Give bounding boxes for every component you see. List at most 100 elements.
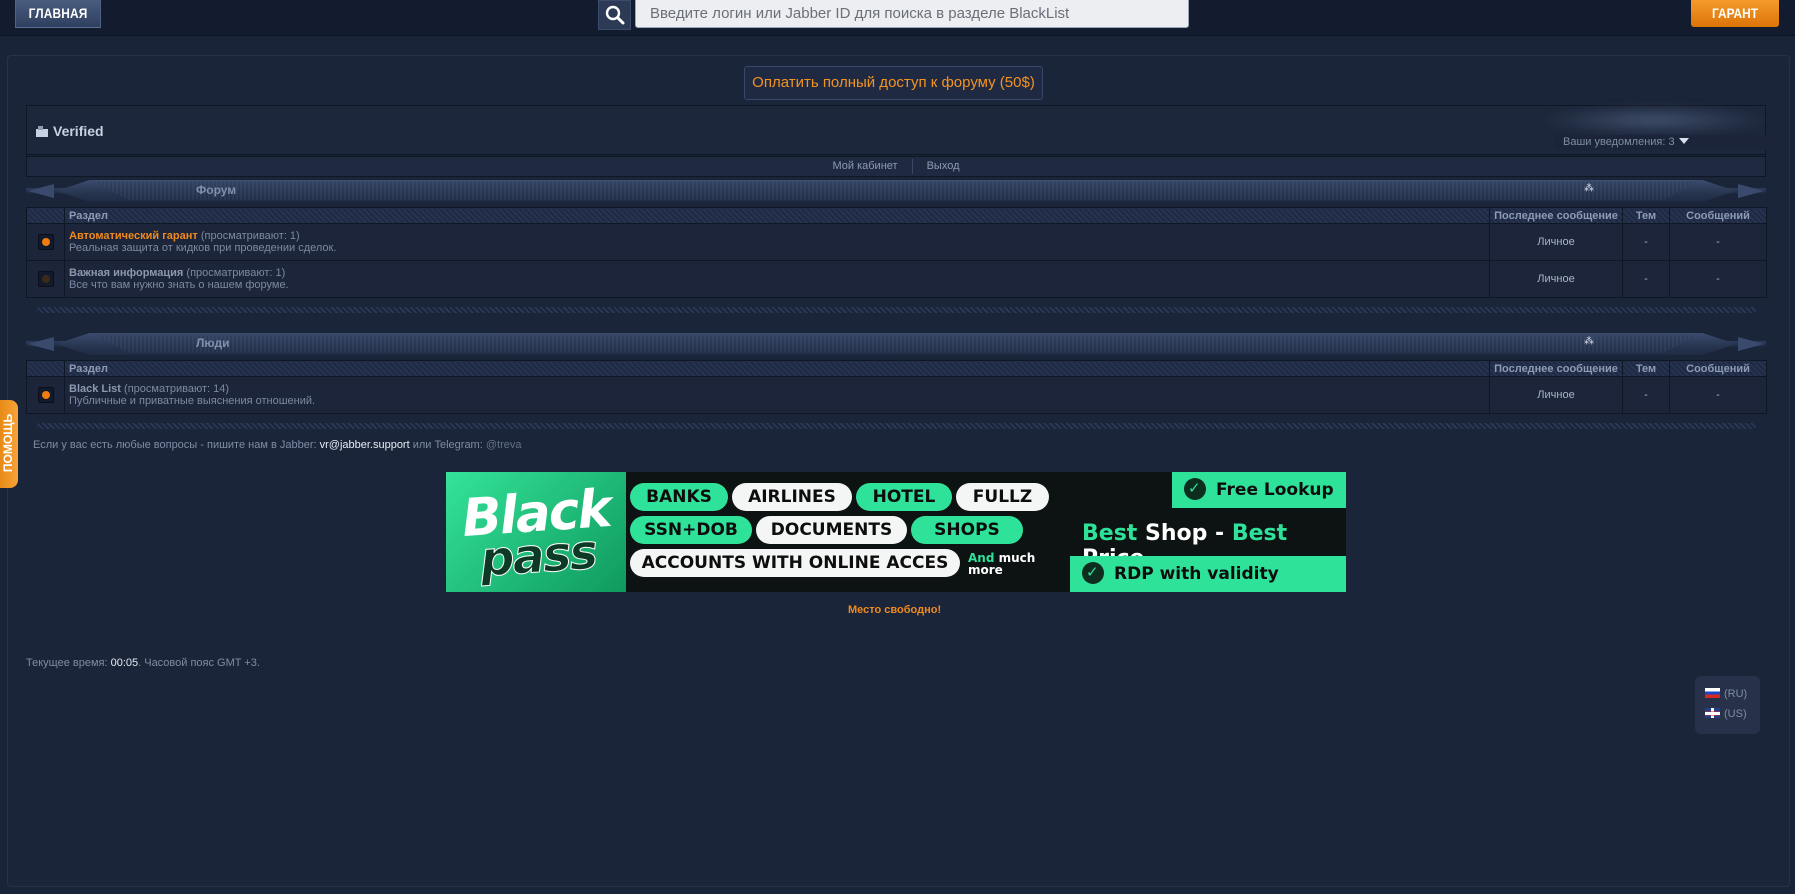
forum-link[interactable]: Black List: [69, 383, 121, 395]
posts-cell: -: [1669, 260, 1767, 298]
forum-link[interactable]: Важная информация: [69, 267, 183, 279]
viewers-count: (просматривают: 14): [124, 383, 230, 395]
header-section: Раздел: [64, 207, 1490, 224]
header-section: Раздел: [64, 360, 1490, 377]
arrow-right-decoration: [1738, 184, 1764, 198]
ad-pill: DOCUMENTS: [756, 516, 907, 544]
logo-text-bottom: pass: [478, 524, 599, 589]
header-last-post: Последнее сообщение: [1489, 360, 1623, 377]
section-header-people: Люди ⁂: [26, 333, 1766, 355]
user-group-icon: [35, 125, 49, 143]
topics-cell: -: [1622, 260, 1670, 298]
ad-banner[interactable]: Black pass BANKS AIRLINES HOTEL FULLZ SS…: [446, 472, 1346, 592]
status-icon-cell: [26, 260, 65, 298]
forum-cell: Black List (просматривают: 14) Публичные…: [64, 376, 1490, 414]
section-title: Форум: [196, 183, 237, 197]
forum-description: Реальная защита от кидков при проведении…: [69, 242, 337, 254]
ad-more-text: And much more: [968, 551, 1036, 577]
forum-cell: Важная информация (просматривают: 1) Все…: [64, 260, 1490, 298]
search-icon[interactable]: [598, 0, 631, 30]
ad-pill: SSN+DOB: [630, 516, 752, 544]
flag-ru-icon: [1705, 688, 1720, 698]
search-input[interactable]: [635, 0, 1189, 28]
posts-cell: -: [1669, 376, 1767, 414]
divider: [911, 158, 913, 174]
collapse-icon[interactable]: ⁂: [1584, 183, 1594, 194]
contact-prefix: Если у вас есть любые вопросы - пишите н…: [33, 439, 317, 451]
posts-cell: -: [1669, 223, 1767, 261]
forum-table: Раздел Последнее сообщение Тем Сообщений…: [26, 207, 1767, 298]
notifications-label: Ваши уведомления: 3: [1563, 136, 1675, 148]
ad-pill: SHOPS: [911, 516, 1023, 544]
top-bar: ГЛАВНАЯ ГАРАНТ: [0, 0, 1795, 36]
cabinet-link[interactable]: Мой кабинет: [832, 160, 897, 172]
lang-us[interactable]: (US): [1705, 708, 1747, 720]
flag-uk-icon: [1705, 708, 1720, 718]
notifications-dropdown[interactable]: Ваши уведомления: 3: [1555, 135, 1773, 150]
viewers-count: (просматривают: 1): [200, 230, 300, 242]
collapse-icon[interactable]: ⁂: [1584, 336, 1594, 347]
language-switcher: (RU) (US): [1695, 676, 1760, 734]
topics-cell: -: [1622, 223, 1670, 261]
jabber-address[interactable]: vr@jabber.support: [320, 439, 410, 451]
pay-access-button[interactable]: Оплатить полный доступ к форуму (50$): [744, 66, 1043, 100]
header-last-post: Последнее сообщение: [1489, 207, 1623, 224]
viewers-count: (просматривают: 1): [186, 267, 286, 279]
last-post-cell: Личное: [1489, 223, 1623, 261]
status-dot-icon: [37, 387, 54, 403]
chevron-down-icon: [1678, 138, 1689, 144]
current-time: Текущее время: 00:05. Часовой пояс GMT +…: [26, 657, 260, 669]
last-post-cell: Личное: [1489, 376, 1623, 414]
contact-line: Если у вас есть любые вопросы - пишите н…: [33, 439, 521, 451]
lang-ru[interactable]: (RU): [1705, 688, 1747, 700]
status-dot-icon: [37, 271, 54, 287]
ad-pill: AIRLINES: [732, 483, 852, 511]
last-post-cell: Личное: [1489, 260, 1623, 298]
arrow-left-decoration: [28, 184, 54, 198]
arrow-right-decoration: [1738, 337, 1764, 351]
topics-cell: -: [1622, 376, 1670, 414]
garant-button[interactable]: ГАРАНТ: [1691, 0, 1779, 27]
ad-pill: BANKS: [630, 483, 728, 511]
logout-link[interactable]: Выход: [927, 160, 960, 172]
ad-pill: FULLZ: [956, 483, 1049, 511]
header-posts: Сообщений: [1669, 360, 1767, 377]
free-ad-slot[interactable]: Место свободно!: [848, 604, 941, 616]
header-topics: Тем: [1622, 360, 1670, 377]
forum-cell: Автоматический гарант (просматривают: 1)…: [64, 223, 1490, 261]
people-table: Раздел Последнее сообщение Тем Сообщений…: [26, 360, 1767, 414]
ad-pill: ACCOUNTS WITH ONLINE ACCES: [630, 549, 960, 577]
rdp-tag: RDP with validity checker: [1070, 554, 1346, 592]
check-badge-icon: [1082, 554, 1104, 590]
table-row[interactable]: Важная информация (просматривают: 1) Все…: [26, 260, 1767, 298]
forum-link[interactable]: Автоматический гарант: [69, 230, 198, 242]
blackpass-logo: Black pass: [446, 472, 626, 592]
header-posts: Сообщений: [1669, 207, 1767, 224]
table-row[interactable]: Автоматический гарант (просматривают: 1)…: [26, 223, 1767, 261]
status-dot-icon: [37, 234, 54, 250]
telegram-link[interactable]: @treva: [486, 439, 522, 451]
section-footer-bar: [36, 307, 1756, 313]
status-icon-cell: [26, 376, 65, 414]
user-subnav: Мой кабинет Выход: [26, 156, 1766, 177]
header-blank: [26, 207, 65, 224]
status-icon-cell: [26, 223, 65, 261]
ad-pill: HOTEL: [856, 483, 952, 511]
section-footer-bar: [36, 423, 1756, 429]
forum-description: Все что вам нужно знать о нашем форуме.: [69, 279, 289, 291]
forum-description: Публичные и приватные выяснения отношени…: [69, 395, 316, 407]
garant-button-label: ГАРАНТ: [1712, 5, 1758, 21]
section-header-forum: Форум ⁂: [26, 180, 1766, 202]
home-button[interactable]: ГЛАВНАЯ: [15, 0, 102, 28]
user-group-label: Verified: [53, 123, 104, 139]
contact-middle: или Telegram:: [412, 439, 483, 451]
redacted-username: [1545, 104, 1765, 136]
user-bar: Verified: [26, 105, 1766, 155]
table-row[interactable]: Black List (просматривают: 14) Публичные…: [26, 376, 1767, 414]
section-title: Люди: [196, 336, 230, 350]
header-topics: Тем: [1622, 207, 1670, 224]
help-tab[interactable]: ПОМОЩЬ: [0, 400, 18, 488]
free-lookup-tag: Free Lookup: [1172, 472, 1346, 508]
check-badge-icon: [1184, 472, 1206, 506]
header-blank: [26, 360, 65, 377]
